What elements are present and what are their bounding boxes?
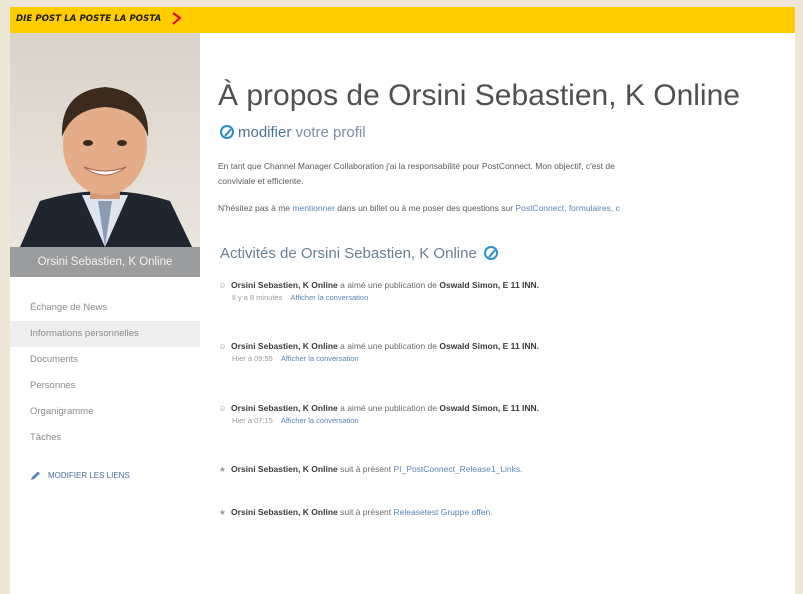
activity-item: ☺ Orsini Sebastien, K Online a aimé une p… xyxy=(218,280,539,302)
activity-verb: a aimé une publication de xyxy=(337,280,440,290)
top-bar: DIE POST LA POSTE LA POSTA xyxy=(10,7,795,33)
activities-heading: Activités de Orsini Sebastien, K Online xyxy=(220,245,502,262)
activity-target[interactable]: Oswald Simon, E 11 INN. xyxy=(439,403,539,413)
pencil-icon xyxy=(31,471,40,480)
mention-link[interactable]: mentionner xyxy=(292,203,335,213)
sharepoint-window: DIE POST LA POSTE LA POSTA Orsini Sebast… xyxy=(10,7,795,594)
brand-logo-text: DIE POST LA POSTE LA POSTA xyxy=(16,14,162,24)
nav-item-tasks[interactable]: Tâches xyxy=(10,425,200,451)
activity-target-link[interactable]: PI_PostConnect_Release1_Links. xyxy=(394,464,523,474)
like-icon: ☺ xyxy=(218,342,227,351)
activity-verb: suit à présent xyxy=(337,464,394,474)
page-title: À propos de Orsini Sebastien, K Online xyxy=(218,79,740,113)
contact-text: N'hésitez pas à me mentionner dans un bi… xyxy=(218,203,620,213)
bio-line-2: conviviale et efficiente. xyxy=(218,176,304,186)
like-icon: ☺ xyxy=(218,404,227,413)
topics-link[interactable]: PostConnect, formulaires, c xyxy=(515,203,619,213)
contact-text-pre: N'hésitez pas à me xyxy=(218,203,293,213)
edit-activities-icon[interactable] xyxy=(483,246,498,260)
activity-time: Hier à 09:55 xyxy=(232,354,273,363)
edit-profile-link[interactable]: modifier votre profil xyxy=(220,124,366,141)
person-portrait-icon xyxy=(20,87,192,247)
contact-text-mid: dans un billet ou à me poser des questio… xyxy=(334,203,516,213)
activity-target[interactable]: Oswald Simon, E 11 INN. xyxy=(439,341,539,351)
profile-name-label: Orsini Sebastien, K Online xyxy=(10,247,200,277)
activity-time: Hier à 07:15 xyxy=(232,416,273,425)
activity-item: ☺ Orsini Sebastien, K Online a aimé une p… xyxy=(218,341,539,363)
nav-item-people[interactable]: Personnes xyxy=(10,373,200,399)
nav-item-documents[interactable]: Documents xyxy=(10,347,200,373)
activity-actor[interactable]: Orsini Sebastien, K Online xyxy=(231,403,338,413)
activity-actor[interactable]: Orsini Sebastien, K Online xyxy=(231,280,338,290)
about-text: En tant que Channel Manager Collaboratio… xyxy=(218,159,795,189)
activity-actor[interactable]: Orsini Sebastien, K Online xyxy=(231,464,338,474)
nav-item-personal-info[interactable]: Informations personnelles xyxy=(10,321,200,347)
bio-line-1: En tant que Channel Manager Collaboratio… xyxy=(218,161,615,171)
activity-target[interactable]: Oswald Simon, E 11 INN. xyxy=(439,280,539,290)
edit-links-button[interactable]: MODIFIER LES LIENS xyxy=(30,471,130,481)
edit-profile-link-rest: votre profil xyxy=(295,124,366,141)
left-column: Orsini Sebastien, K Online Échange de Ne… xyxy=(10,33,200,594)
nav-item-news-exchange[interactable]: Échange de News xyxy=(10,295,200,321)
show-conversation-link[interactable]: Afficher la conversation xyxy=(281,354,359,363)
like-icon: ☺ xyxy=(218,281,227,290)
activity-time: Il y a 8 minutes xyxy=(232,293,283,302)
post-horn-logo-icon xyxy=(172,12,182,25)
activities-heading-label: Activités de Orsini Sebastien, K Online xyxy=(220,245,477,262)
left-nav: Échange de News Informations personnelle… xyxy=(10,295,200,451)
activity-target-link[interactable]: Releasetest Gruppe offen. xyxy=(394,507,493,517)
edit-profile-link-label: modifier xyxy=(238,124,292,141)
show-conversation-link[interactable]: Afficher la conversation xyxy=(290,293,368,302)
show-conversation-link[interactable]: Afficher la conversation xyxy=(281,416,359,425)
profile-photo: Orsini Sebastien, K Online xyxy=(10,33,200,277)
edit-links-label: MODIFIER LES LIENS xyxy=(48,471,130,481)
activity-verb: suit à présent xyxy=(337,507,394,517)
activity-item: ☺ Orsini Sebastien, K Online a aimé une p… xyxy=(218,403,539,425)
activity-verb: a aimé une publication de xyxy=(337,403,440,413)
follow-star-icon: ★ xyxy=(218,508,227,517)
activity-actor[interactable]: Orsini Sebastien, K Online xyxy=(231,507,338,517)
activity-item: ★ Orsini Sebastien, K Online suit à prése… xyxy=(218,507,493,517)
follow-star-icon: ★ xyxy=(218,465,227,474)
edit-circle-icon xyxy=(220,125,234,139)
activity-item: ★ Orsini Sebastien, K Online suit à prése… xyxy=(218,464,523,474)
activity-verb: a aimé une publication de xyxy=(337,341,440,351)
nav-item-org-chart[interactable]: Organigramme xyxy=(10,399,200,425)
activity-actor[interactable]: Orsini Sebastien, K Online xyxy=(231,341,338,351)
